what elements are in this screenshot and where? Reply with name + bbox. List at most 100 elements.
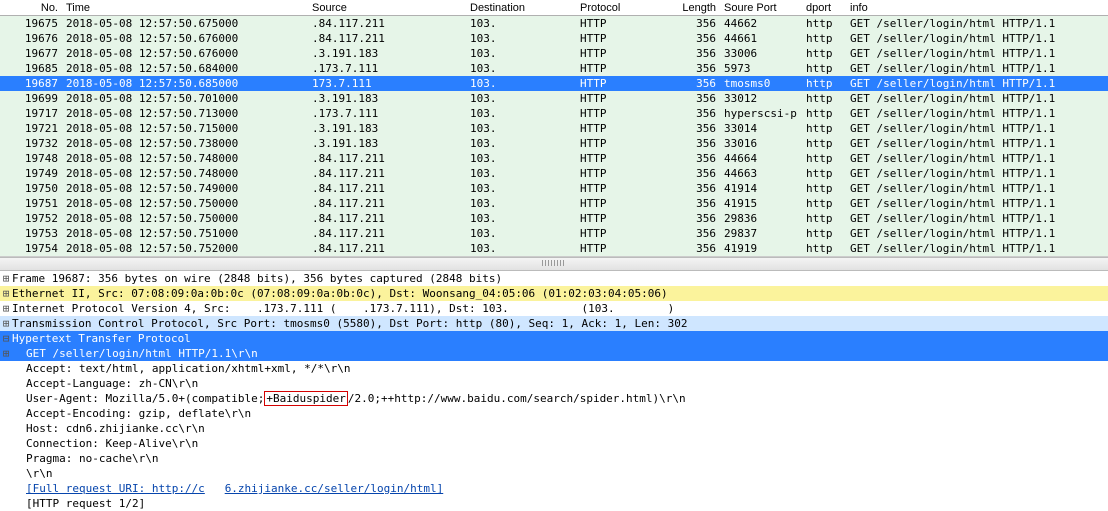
cell-dst: 103. <box>466 122 576 135</box>
cell-sport: 41919 <box>720 242 802 255</box>
packet-row[interactable]: 196772018-05-08 12:57:50.676000.3.191.18… <box>0 46 1108 61</box>
expand-icon[interactable]: ⊞ <box>0 271 12 286</box>
cell-proto: HTTP <box>576 17 668 30</box>
packet-row[interactable]: 197532018-05-08 12:57:50.751000.84.117.2… <box>0 226 1108 241</box>
packet-row[interactable]: 196852018-05-08 12:57:50.684000.173.7.11… <box>0 61 1108 76</box>
packet-row[interactable]: 196872018-05-08 12:57:50.685000173.7.111… <box>0 76 1108 91</box>
cell-time: 2018-05-08 12:57:50.749000 <box>62 182 308 195</box>
pane-splitter[interactable] <box>0 257 1108 271</box>
splitter-grip-icon <box>542 260 566 266</box>
packet-row[interactable]: 196762018-05-08 12:57:50.676000.84.117.2… <box>0 31 1108 46</box>
cell-no: 19675 <box>0 17 62 30</box>
cell-sport: 33012 <box>720 92 802 105</box>
full-uri-link[interactable]: 6.zhijianke.cc/seller/login/html] <box>225 482 444 495</box>
cell-dst: 103. <box>466 62 576 75</box>
cell-src: .84.117.211 <box>308 227 466 240</box>
packet-row[interactable]: 197512018-05-08 12:57:50.750000.84.117.2… <box>0 196 1108 211</box>
cell-proto: HTTP <box>576 182 668 195</box>
packet-row[interactable]: 196752018-05-08 12:57:50.675000.84.117.2… <box>0 16 1108 31</box>
detail-ip[interactable]: ⊞Internet Protocol Version 4, Src: .173.… <box>0 301 1108 316</box>
cell-sport: 41915 <box>720 197 802 210</box>
cell-dport: http <box>802 197 846 210</box>
col-header-source[interactable]: Source <box>308 2 466 14</box>
cell-src: .84.117.211 <box>308 32 466 45</box>
detail-crlf[interactable]: \r\n <box>0 466 1108 481</box>
col-header-sport[interactable]: Soure Port <box>720 2 802 14</box>
cell-proto: HTTP <box>576 227 668 240</box>
ua-highlight: +Baiduspider <box>264 391 347 406</box>
detail-frame[interactable]: ⊞Frame 19687: 356 bytes on wire (2848 bi… <box>0 271 1108 286</box>
cell-sport: 44662 <box>720 17 802 30</box>
cell-no: 19732 <box>0 137 62 150</box>
detail-pragma[interactable]: Pragma: no-cache\r\n <box>0 451 1108 466</box>
cell-dport: http <box>802 152 846 165</box>
cell-time: 2018-05-08 12:57:50.675000 <box>62 17 308 30</box>
detail-full-uri[interactable]: [Full request URI: http://c 6.zhijianke.… <box>0 481 1108 496</box>
collapse-icon[interactable]: ⊟ <box>0 331 12 346</box>
cell-info: GET /seller/login/html HTTP/1.1 <box>846 47 1108 60</box>
cell-info: GET /seller/login/html HTTP/1.1 <box>846 212 1108 225</box>
packet-row[interactable]: 197492018-05-08 12:57:50.748000.84.117.2… <box>0 166 1108 181</box>
cell-sport: hyperscsi-p <box>720 107 802 120</box>
cell-proto: HTTP <box>576 167 668 180</box>
detail-accept-language[interactable]: Accept-Language: zh-CN\r\n <box>0 376 1108 391</box>
col-header-protocol[interactable]: Protocol <box>576 2 668 14</box>
cell-dport: http <box>802 17 846 30</box>
packet-row[interactable]: 197322018-05-08 12:57:50.738000.3.191.18… <box>0 136 1108 151</box>
cell-src: .84.117.211 <box>308 182 466 195</box>
packet-row[interactable]: 196992018-05-08 12:57:50.701000.3.191.18… <box>0 91 1108 106</box>
col-header-time[interactable]: Time <box>62 2 308 14</box>
packet-details-pane[interactable]: ⊞Frame 19687: 356 bytes on wire (2848 bi… <box>0 271 1108 511</box>
detail-http-request-line[interactable]: ⊞GET /seller/login/html HTTP/1.1\r\n <box>0 346 1108 361</box>
cell-src: .3.191.183 <box>308 137 466 150</box>
packet-row[interactable]: 197522018-05-08 12:57:50.750000.84.117.2… <box>0 211 1108 226</box>
detail-accept-encoding[interactable]: Accept-Encoding: gzip, deflate\r\n <box>0 406 1108 421</box>
cell-dst: 103. <box>466 182 576 195</box>
detail-accept[interactable]: Accept: text/html, application/xhtml+xml… <box>0 361 1108 376</box>
cell-sport: 33016 <box>720 137 802 150</box>
expand-icon[interactable]: ⊞ <box>0 346 12 361</box>
cell-len: 356 <box>668 152 720 165</box>
cell-proto: HTTP <box>576 32 668 45</box>
cell-len: 356 <box>668 182 720 195</box>
cell-sport: 29836 <box>720 212 802 225</box>
cell-proto: HTTP <box>576 152 668 165</box>
col-header-length[interactable]: Length <box>668 2 720 14</box>
detail-connection[interactable]: Connection: Keep-Alive\r\n <box>0 436 1108 451</box>
cell-src: 173.7.111 <box>308 77 466 90</box>
detail-ethernet[interactable]: ⊞Ethernet II, Src: 07:08:09:0a:0b:0c (07… <box>0 286 1108 301</box>
col-header-dport[interactable]: dport <box>802 2 846 14</box>
expand-icon[interactable]: ⊞ <box>0 316 12 331</box>
cell-time: 2018-05-08 12:57:50.738000 <box>62 137 308 150</box>
expand-icon[interactable]: ⊞ <box>0 286 12 301</box>
detail-user-agent[interactable]: User-Agent: Mozilla/5.0+(compatible;+Bai… <box>0 391 1108 406</box>
cell-dst: 103. <box>466 47 576 60</box>
packet-row[interactable]: 197212018-05-08 12:57:50.715000.3.191.18… <box>0 121 1108 136</box>
packet-row[interactable]: 197172018-05-08 12:57:50.713000.173.7.11… <box>0 106 1108 121</box>
cell-no: 19677 <box>0 47 62 60</box>
detail-host[interactable]: Host: cdn6.zhijianke.cc\r\n <box>0 421 1108 436</box>
cell-time: 2018-05-08 12:57:50.701000 <box>62 92 308 105</box>
cell-len: 356 <box>668 212 720 225</box>
packet-row[interactable]: 197502018-05-08 12:57:50.749000.84.117.2… <box>0 181 1108 196</box>
cell-proto: HTTP <box>576 242 668 255</box>
cell-len: 356 <box>668 137 720 150</box>
cell-sport: 41914 <box>720 182 802 195</box>
cell-proto: HTTP <box>576 137 668 150</box>
detail-http[interactable]: ⊟Hypertext Transfer Protocol <box>0 331 1108 346</box>
packet-list-header[interactable]: No. Time Source Destination Protocol Len… <box>0 0 1108 16</box>
col-header-no[interactable]: No. <box>0 2 62 14</box>
full-uri-link[interactable]: [Full request URI: http://c <box>26 482 205 495</box>
packet-row[interactable]: 197482018-05-08 12:57:50.748000.84.117.2… <box>0 151 1108 166</box>
col-header-destination[interactable]: Destination <box>466 2 576 14</box>
cell-dst: 103. <box>466 242 576 255</box>
expand-icon[interactable]: ⊞ <box>0 301 12 316</box>
packet-row[interactable]: 197542018-05-08 12:57:50.752000.84.117.2… <box>0 241 1108 257</box>
cell-sport: 33014 <box>720 122 802 135</box>
col-header-info[interactable]: info <box>846 2 1108 14</box>
cell-proto: HTTP <box>576 212 668 225</box>
packet-list-body[interactable]: 196752018-05-08 12:57:50.675000.84.117.2… <box>0 16 1108 257</box>
detail-http-request-count[interactable]: [HTTP request 1/2] <box>0 496 1108 511</box>
detail-tcp[interactable]: ⊞Transmission Control Protocol, Src Port… <box>0 316 1108 331</box>
cell-no: 19699 <box>0 92 62 105</box>
